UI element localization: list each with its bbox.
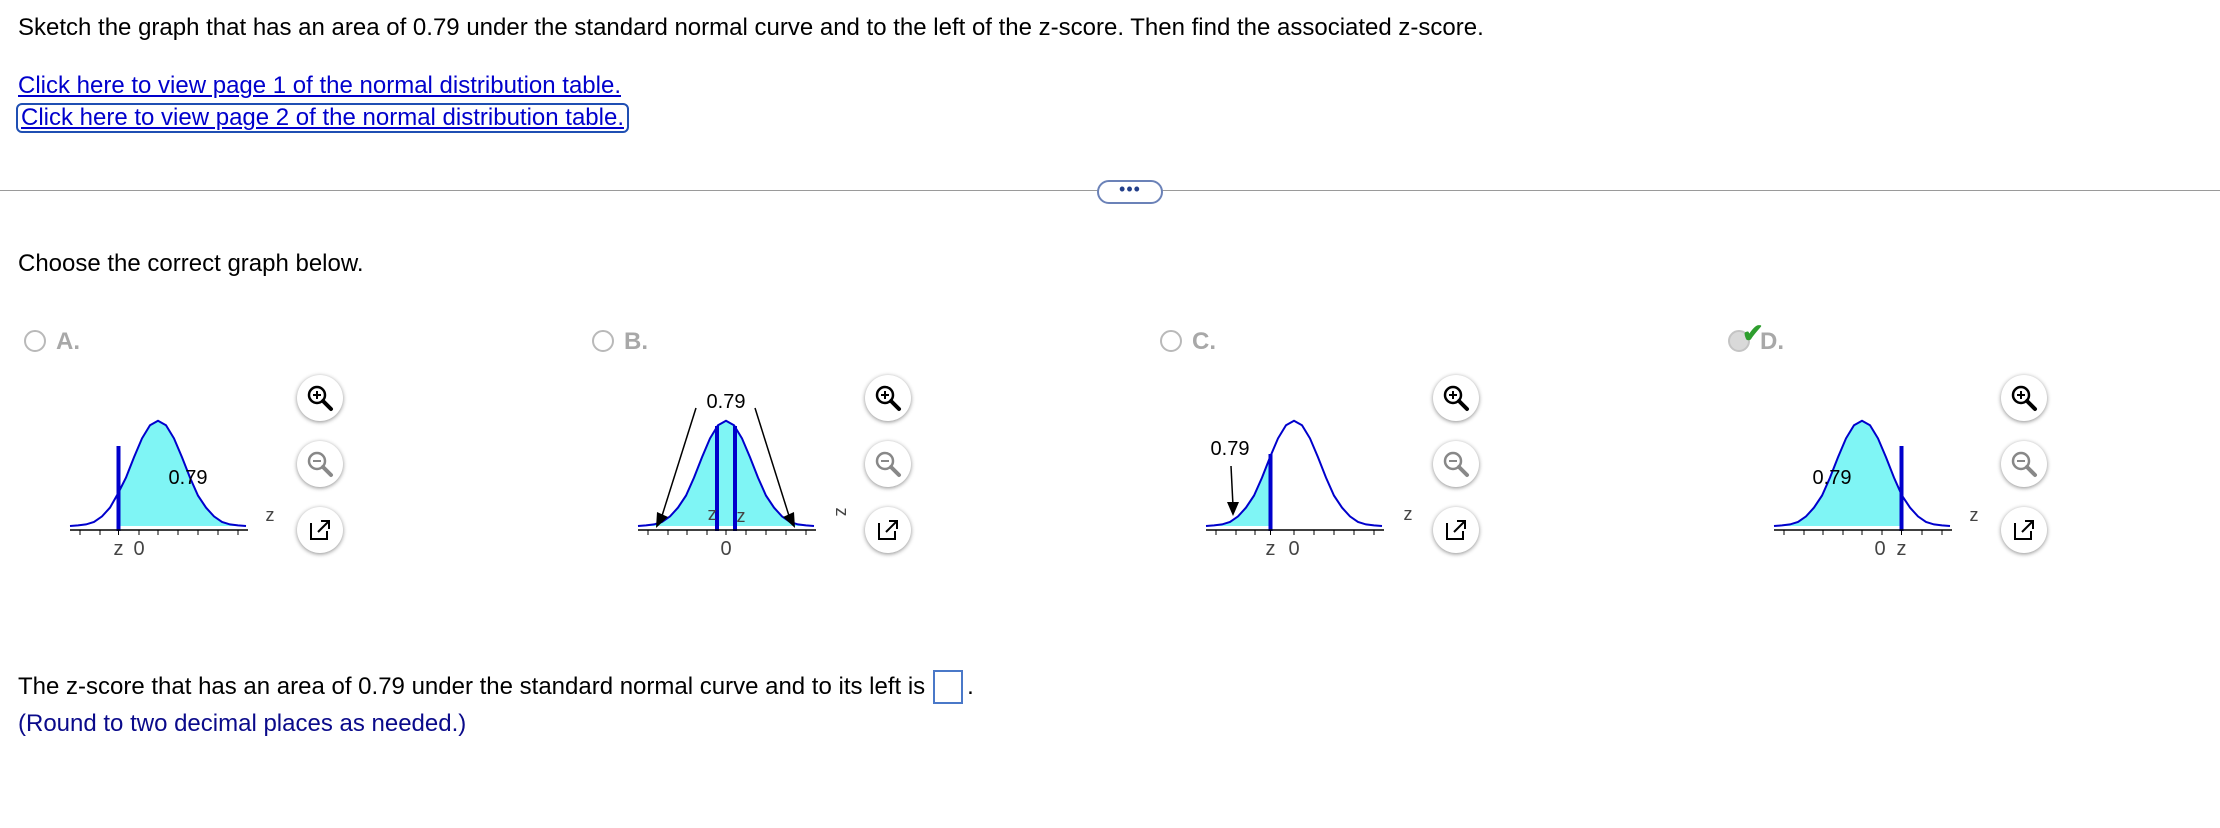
- zoom-out-button[interactable]: [297, 441, 343, 487]
- option-b-graph: 0.79 0 z z z: [637, 391, 852, 560]
- option-a-radio[interactable]: [24, 330, 46, 352]
- zoom-in-button[interactable]: [865, 375, 911, 421]
- option-c-zero-label: 0: [1288, 538, 1299, 560]
- option-a-z-label: z: [114, 538, 124, 560]
- option-d[interactable]: ✔ D. 0.79 0 z z: [1724, 318, 2220, 616]
- zoom-out-button[interactable]: [865, 441, 911, 487]
- answer-suffix: .: [967, 673, 974, 700]
- option-c[interactable]: C. 0.79 z 0 z: [1156, 326, 1716, 616]
- table-page-2-link[interactable]: Click here to view page 2 of the normal …: [16, 103, 629, 133]
- zoom-out-button[interactable]: [2001, 441, 2047, 487]
- zoom-in-button[interactable]: [297, 375, 343, 421]
- popout-button[interactable]: [2001, 507, 2047, 553]
- answer-line: The z-score that has an area of 0.79 und…: [18, 670, 974, 704]
- option-d-z-label: z: [1897, 538, 1907, 560]
- option-c-axis-label: z: [1404, 504, 1413, 524]
- zoom-out-icon: [1443, 451, 1469, 477]
- zoom-out-icon: [307, 451, 333, 477]
- popout-button[interactable]: [865, 507, 911, 553]
- zoom-in-icon: [307, 385, 333, 411]
- rounding-note: (Round to two decimal places as needed.): [18, 710, 467, 737]
- option-b-area-label: 0.79: [707, 391, 746, 413]
- table-page-1-link[interactable]: Click here to view page 1 of the normal …: [18, 72, 621, 100]
- zoom-in-icon: [875, 385, 901, 411]
- zoom-in-button[interactable]: [2001, 375, 2047, 421]
- option-b[interactable]: B. 0.79 0 z z z: [588, 326, 1148, 616]
- option-b-z-label: z: [737, 506, 746, 526]
- zoom-out-icon: [875, 451, 901, 477]
- option-c-area-label: 0.79: [1211, 438, 1250, 460]
- option-a-graph: 0.79 z 0 z: [69, 419, 275, 560]
- zoom-in-icon: [2011, 385, 2037, 411]
- more-button[interactable]: •••: [1097, 180, 1163, 204]
- option-b-axis-label: z: [832, 508, 852, 517]
- option-b-letter: B.: [624, 328, 648, 355]
- zscore-answer-input[interactable]: [933, 670, 964, 704]
- option-b-zero-label: 0: [720, 538, 731, 560]
- popout-button[interactable]: [297, 507, 343, 553]
- popout-icon: [878, 520, 898, 540]
- option-d-axis-label: z: [1970, 505, 1979, 525]
- option-c-letter: C.: [1192, 328, 1216, 355]
- zoom-in-button[interactable]: [1433, 375, 1479, 421]
- option-d-letter: D.: [1760, 328, 1784, 355]
- popout-button[interactable]: [1433, 507, 1479, 553]
- option-a-letter: A.: [56, 328, 80, 355]
- option-d-graph: 0.79 0 z z: [1773, 419, 1979, 560]
- option-b-neg-z-label: z: [708, 506, 717, 526]
- popout-icon: [310, 520, 330, 540]
- option-a-zero-label: 0: [133, 538, 144, 560]
- option-c-graph: 0.79 z 0 z: [1205, 419, 1413, 560]
- question-text: Sketch the graph that has an area of 0.7…: [18, 14, 1484, 41]
- zoom-out-button[interactable]: [1433, 441, 1479, 487]
- option-a[interactable]: A. 0.79 z 0 z: [20, 326, 580, 616]
- option-c-radio[interactable]: [1160, 330, 1182, 352]
- option-b-radio[interactable]: [592, 330, 614, 352]
- zoom-in-icon: [1443, 385, 1469, 411]
- choose-prompt: Choose the correct graph below.: [18, 250, 364, 277]
- option-a-axis-label: z: [266, 505, 275, 525]
- option-c-z-label: z: [1266, 538, 1276, 560]
- popout-icon: [1446, 520, 1466, 540]
- option-a-area-label: 0.79: [169, 467, 208, 489]
- option-d-zero-label: 0: [1874, 538, 1885, 560]
- popout-icon: [2014, 520, 2034, 540]
- option-d-area-label: 0.79: [1813, 467, 1852, 489]
- answer-prefix: The z-score that has an area of 0.79 und…: [18, 673, 926, 700]
- zoom-out-icon: [2011, 451, 2037, 477]
